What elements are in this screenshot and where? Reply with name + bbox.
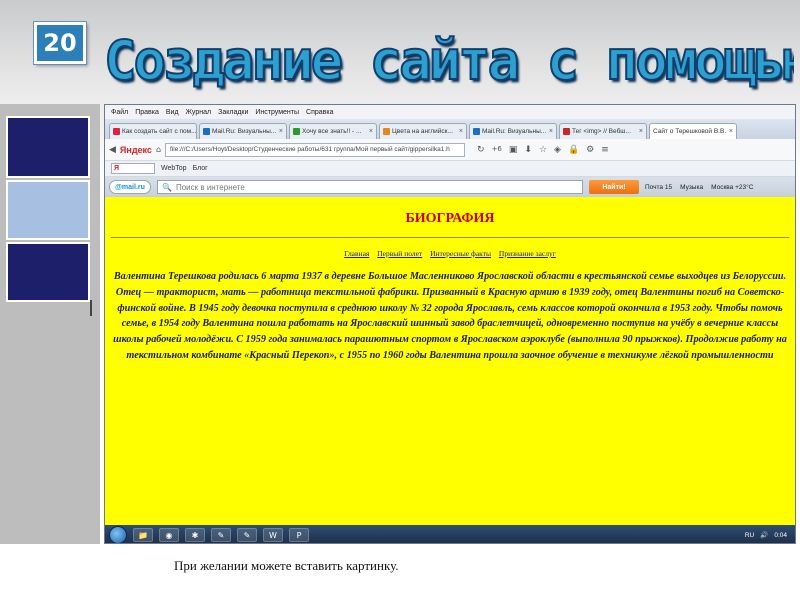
tab-label: Цвета на английск... bbox=[392, 128, 453, 135]
browser-navbar: ◀ Яндекс ⌂ file:///C:/Users/Hoyt/Desktop… bbox=[105, 139, 795, 161]
menu-file[interactable]: Файл bbox=[111, 109, 128, 116]
bookmarks-bar: Я WebTop Блог bbox=[105, 161, 795, 177]
yandex-label[interactable]: Яндекс bbox=[120, 145, 152, 155]
firefox-icon[interactable]: ◉ bbox=[159, 528, 179, 542]
vk-icon[interactable]: ▣ bbox=[509, 145, 518, 155]
weather-widget[interactable]: Москва +23°C bbox=[711, 184, 753, 191]
favicon-icon bbox=[563, 128, 570, 135]
refresh-icon[interactable]: ↻ bbox=[477, 145, 485, 155]
pdf-icon[interactable]: ✎ bbox=[211, 528, 231, 542]
nav-link-facts[interactable]: Интересные факты bbox=[430, 249, 491, 258]
explorer-icon[interactable]: 📁 bbox=[133, 528, 153, 542]
find-button[interactable]: Найти! bbox=[589, 180, 639, 194]
browser-tab-active[interactable]: Сайт о Терешковой В.В. × bbox=[649, 123, 737, 139]
browser-tab-1[interactable]: Как создать сайт с пом...× bbox=[109, 123, 197, 139]
nav-link-first-flight[interactable]: Первый полет bbox=[377, 249, 422, 258]
addon-badge[interactable]: +6 bbox=[492, 145, 502, 155]
shield-icon[interactable]: ◈ bbox=[554, 145, 561, 155]
tab-label: Mail.Ru: Визуальны... bbox=[482, 128, 547, 135]
settings-icon[interactable]: ⚙ bbox=[586, 145, 594, 155]
tab-label: Mail.Ru: Визуальны... bbox=[212, 128, 277, 135]
yandex-mini-search[interactable]: Я bbox=[111, 163, 155, 174]
mailru-toolbar: @mail.ru 🔍 Поиск в интернете Найти! Почт… bbox=[105, 177, 795, 197]
slide-number-badge: 20 bbox=[33, 21, 87, 65]
browser-tab-3[interactable]: Хочу все знать!! - ... × bbox=[289, 123, 377, 139]
favicon-icon bbox=[203, 128, 210, 135]
windows-taskbar: 📁 ◉ ✱ ✎ ✎ W P RU 🔊 0:04 bbox=[105, 525, 795, 543]
heading-divider bbox=[111, 237, 789, 238]
slide-title: Создание сайта с помощью блокнота bbox=[104, 28, 794, 93]
menu-icon[interactable]: ≡ bbox=[601, 145, 609, 155]
browser-tab-5[interactable]: Mail.Ru: Визуальны... × bbox=[469, 123, 557, 139]
clock[interactable]: 0:04 bbox=[774, 532, 787, 539]
menu-history[interactable]: Журнал bbox=[186, 109, 212, 116]
powerpoint-icon[interactable]: P bbox=[289, 528, 309, 542]
mailru-widgets: Почта 15 Музыка Москва +23°C bbox=[645, 184, 753, 191]
menu-bookmarks[interactable]: Закладки bbox=[218, 109, 248, 116]
browser-tab-6[interactable]: Тег <img> // Вебш... × bbox=[559, 123, 647, 139]
tab-label: Хочу все знать!! - ... bbox=[302, 128, 362, 135]
browser-menubar: Файл Правка Вид Журнал Закладки Инструме… bbox=[105, 105, 795, 119]
nav-link-home[interactable]: Главная bbox=[344, 249, 369, 258]
close-icon[interactable]: × bbox=[729, 128, 733, 135]
system-tray: RU 🔊 0:04 bbox=[745, 531, 795, 540]
volume-icon[interactable]: 🔊 bbox=[760, 531, 768, 539]
browser-tabbar: Как создать сайт с пом...× Mail.Ru: Визу… bbox=[105, 119, 795, 139]
webtop-link[interactable]: WebTop bbox=[161, 165, 187, 172]
address-bar[interactable]: file:///C:/Users/Hoyt/Desktop/Студенческ… bbox=[165, 142, 466, 157]
page-nav-links: Главная Первый полет Интересные факты Пр… bbox=[105, 249, 795, 258]
language-indicator[interactable]: RU bbox=[745, 532, 754, 539]
decor-line bbox=[90, 300, 92, 316]
close-icon[interactable]: × bbox=[369, 128, 373, 135]
menu-edit[interactable]: Правка bbox=[135, 109, 159, 116]
star-icon[interactable]: ☆ bbox=[539, 145, 547, 155]
favicon-icon bbox=[113, 128, 120, 135]
close-icon[interactable]: × bbox=[549, 128, 553, 135]
word-icon[interactable]: W bbox=[263, 528, 283, 542]
app-icon[interactable]: ✱ bbox=[185, 528, 205, 542]
search-placeholder: Поиск в интернете bbox=[175, 182, 245, 192]
browser-tab-4[interactable]: Цвета на английск... × bbox=[379, 123, 467, 139]
tab-label: Сайт о Терешковой В.В. bbox=[653, 128, 727, 135]
nav-link-recognition[interactable]: Признание заслуг bbox=[499, 249, 556, 258]
decor-square-dark-2 bbox=[6, 242, 90, 302]
favicon-icon bbox=[293, 128, 300, 135]
biography-text: Валентина Терешкова родилась 6 марта 193… bbox=[113, 271, 787, 361]
home-icon[interactable]: ⌂ bbox=[156, 145, 161, 154]
toolbar-icons: ↻ +6 ▣ ⬇ ☆ ◈ 🔒 ⚙ ≡ bbox=[477, 145, 609, 155]
mailru-logo[interactable]: @mail.ru bbox=[109, 180, 151, 194]
close-icon[interactable]: × bbox=[639, 128, 643, 135]
browser-tab-2[interactable]: Mail.Ru: Визуальны... × bbox=[199, 123, 287, 139]
download-icon[interactable]: ⬇ bbox=[524, 145, 532, 155]
slide-note: При желании можете вставить картинку. bbox=[174, 558, 399, 573]
music-widget[interactable]: Музыка bbox=[680, 184, 703, 191]
pdf-icon-2[interactable]: ✎ bbox=[237, 528, 257, 542]
webpage-content: БИОГРАФИЯ Главная Первый полет Интересны… bbox=[105, 197, 795, 525]
menu-help[interactable]: Справка bbox=[306, 109, 333, 116]
start-button[interactable] bbox=[109, 526, 127, 543]
page-heading: БИОГРАФИЯ bbox=[405, 211, 495, 226]
favicon-icon bbox=[383, 128, 390, 135]
menu-tools[interactable]: Инструменты bbox=[255, 109, 299, 116]
favicon-icon bbox=[473, 128, 480, 135]
tab-label: Тег <img> // Вебш... bbox=[572, 128, 631, 135]
decor-square-light bbox=[6, 180, 90, 240]
browser-screenshot: Файл Правка Вид Журнал Закладки Инструме… bbox=[104, 104, 796, 544]
blog-link[interactable]: Блог bbox=[193, 165, 208, 172]
mailru-search-input[interactable]: 🔍 Поиск в интернете bbox=[157, 180, 583, 194]
close-icon[interactable]: × bbox=[459, 128, 463, 135]
decor-square-dark bbox=[6, 116, 90, 178]
mail-widget[interactable]: Почта 15 bbox=[645, 184, 672, 191]
search-icon: 🔍 bbox=[162, 182, 172, 192]
tab-label: Как создать сайт с пом... bbox=[122, 128, 197, 135]
close-icon[interactable]: × bbox=[279, 128, 283, 135]
back-arrow-icon[interactable]: ◀ bbox=[109, 145, 116, 155]
menu-view[interactable]: Вид bbox=[166, 109, 179, 116]
lock-icon[interactable]: 🔒 bbox=[568, 145, 579, 155]
